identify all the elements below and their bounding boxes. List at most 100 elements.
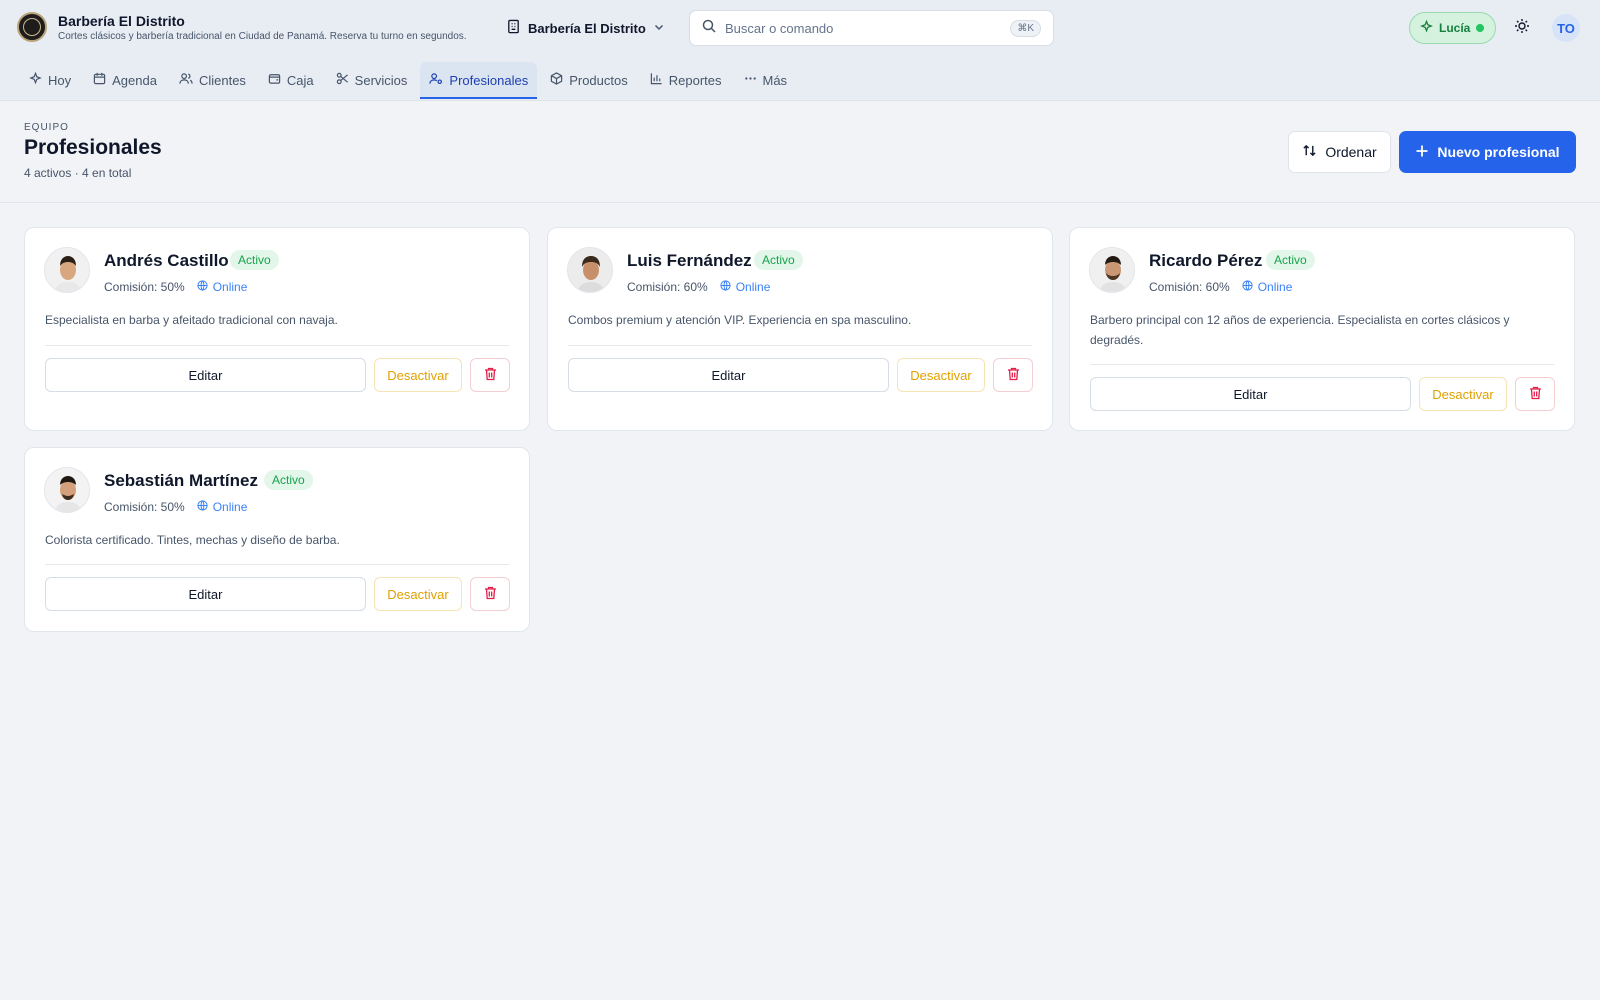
edit-button[interactable]: Editar [568, 358, 889, 392]
nav-item-servicios[interactable]: Servicios [327, 62, 417, 98]
nav-item-caja[interactable]: Caja [259, 62, 323, 98]
delete-button[interactable] [470, 577, 510, 611]
user-status-pill[interactable]: Lucía [1409, 12, 1496, 44]
commission-text: Comisión: 50% [104, 280, 185, 294]
nav-item-label: Hoy [48, 72, 72, 88]
bar-chart-icon [650, 72, 663, 88]
online-status-dot [1476, 24, 1485, 32]
theme-toggle-button[interactable] [1510, 16, 1534, 40]
search-input[interactable] [725, 20, 1011, 36]
chevron-down-icon [653, 21, 665, 36]
deactivate-button[interactable]: Desactivar [1419, 377, 1507, 411]
edit-button[interactable]: Editar [45, 358, 366, 392]
nav-item-reportes[interactable]: Reportes [641, 62, 731, 98]
plus-icon [1415, 144, 1429, 161]
professional-description: Colorista certificado. Tintes, mechas y … [45, 533, 340, 547]
professional-card: Andrés Castillo Activo Comisión: 50% Onl… [24, 227, 530, 431]
delete-button[interactable] [993, 358, 1033, 392]
card-divider [568, 345, 1032, 346]
main-nav: Hoy Agenda Clientes Caja Servicios Profe… [20, 62, 797, 99]
nav-item-label: Caja [286, 72, 314, 88]
online-label: Online [1257, 280, 1293, 294]
status-badge: Activo [754, 250, 803, 270]
page-title: Profesionales [24, 136, 162, 159]
package-icon [550, 72, 563, 88]
deactivate-button[interactable]: Desactivar [374, 358, 462, 392]
professional-name: Ricardo Pérez [1149, 251, 1263, 270]
nav-item-label: Más [762, 72, 788, 88]
status-badge: Activo [264, 470, 313, 490]
nav-item-profesionales[interactable]: Profesionales [420, 62, 538, 99]
nav-item-hoy[interactable]: Hoy [20, 62, 80, 98]
business-selector[interactable]: Barbería El Distrito [506, 16, 665, 40]
trash-icon [484, 367, 497, 384]
card-actions: Editar Desactivar [1090, 377, 1556, 411]
sun-icon [1514, 18, 1530, 39]
nav-item-mas[interactable]: Más [735, 62, 797, 98]
online-label: Online [212, 500, 248, 514]
nav-item-agenda[interactable]: Agenda [84, 62, 166, 98]
professional-description: Barbero principal con 12 años de experie… [1090, 313, 1510, 347]
search-shortcut: ⌘K [1010, 19, 1041, 37]
online-label: Online [735, 280, 771, 294]
brand-logo[interactable] [17, 12, 47, 42]
professional-card: Luis Fernández Activo Comisión: 60% Onli… [547, 227, 1053, 431]
top-bar: Barbería El Distrito Cortes clásicos y b… [0, 0, 1600, 101]
nav-item-label: Servicios [354, 72, 408, 88]
professional-name: Andrés Castillo [104, 251, 229, 270]
globe-icon [197, 500, 208, 514]
card-divider [1090, 364, 1554, 365]
professional-avatar [567, 247, 613, 293]
professional-card: Sebastián Martínez Activo Comisión: 50% … [24, 447, 530, 632]
trash-icon [484, 586, 497, 603]
header-divider [0, 202, 1600, 203]
card-actions: Editar Desactivar [45, 577, 511, 611]
new-professional-button[interactable]: Nuevo profesional [1399, 131, 1576, 173]
nav-item-clientes[interactable]: Clientes [170, 62, 255, 98]
card-divider [45, 564, 509, 565]
delete-button[interactable] [1515, 377, 1555, 411]
nav-item-label: Agenda [112, 72, 157, 88]
sparkle-icon [29, 71, 42, 88]
professional-avatar [44, 247, 90, 293]
nav-item-label: Productos [569, 72, 628, 88]
edit-button[interactable]: Editar [45, 577, 366, 611]
sort-icon [1302, 143, 1317, 161]
order-button[interactable]: Ordenar [1288, 131, 1391, 173]
business-selector-label: Barbería El Distrito [528, 20, 646, 36]
user-cog-icon [429, 72, 443, 88]
more-icon [744, 72, 757, 88]
online-label: Online [212, 280, 248, 294]
status-badge: Activo [1266, 250, 1315, 270]
trash-icon [1529, 386, 1542, 403]
professional-meta: Comisión: 60% Online [627, 280, 770, 294]
trash-icon [1007, 367, 1020, 384]
globe-icon [197, 280, 208, 294]
status-badge: Activo [230, 250, 279, 270]
delete-button[interactable] [470, 358, 510, 392]
search-icon [702, 19, 716, 38]
professional-description: Combos premium y atención VIP. Experienc… [568, 313, 912, 327]
online-indicator: Online [197, 500, 248, 514]
nav-item-productos[interactable]: Productos [541, 62, 637, 98]
online-indicator: Online [720, 280, 771, 294]
deactivate-button[interactable]: Desactivar [374, 577, 462, 611]
professional-meta: Comisión: 50% Online [104, 280, 247, 294]
commission-text: Comisión: 60% [1149, 280, 1230, 294]
search-bar[interactable]: ⌘K [689, 10, 1054, 46]
edit-button[interactable]: Editar [1090, 377, 1411, 411]
nav-item-label: Reportes [668, 72, 722, 88]
user-avatar[interactable]: TO [1552, 14, 1580, 42]
online-indicator: Online [197, 280, 248, 294]
professional-meta: Comisión: 50% Online [104, 500, 247, 514]
card-actions: Editar Desactivar [45, 358, 511, 392]
globe-icon [1242, 280, 1253, 294]
professional-avatar [44, 467, 90, 513]
online-indicator: Online [1242, 280, 1293, 294]
professional-name: Sebastián Martínez [104, 471, 258, 490]
scissors-icon [336, 72, 349, 88]
deactivate-button[interactable]: Desactivar [897, 358, 985, 392]
user-name: Lucía [1439, 21, 1471, 35]
card-actions: Editar Desactivar [568, 358, 1034, 392]
nav-item-label: Clientes [198, 72, 246, 88]
